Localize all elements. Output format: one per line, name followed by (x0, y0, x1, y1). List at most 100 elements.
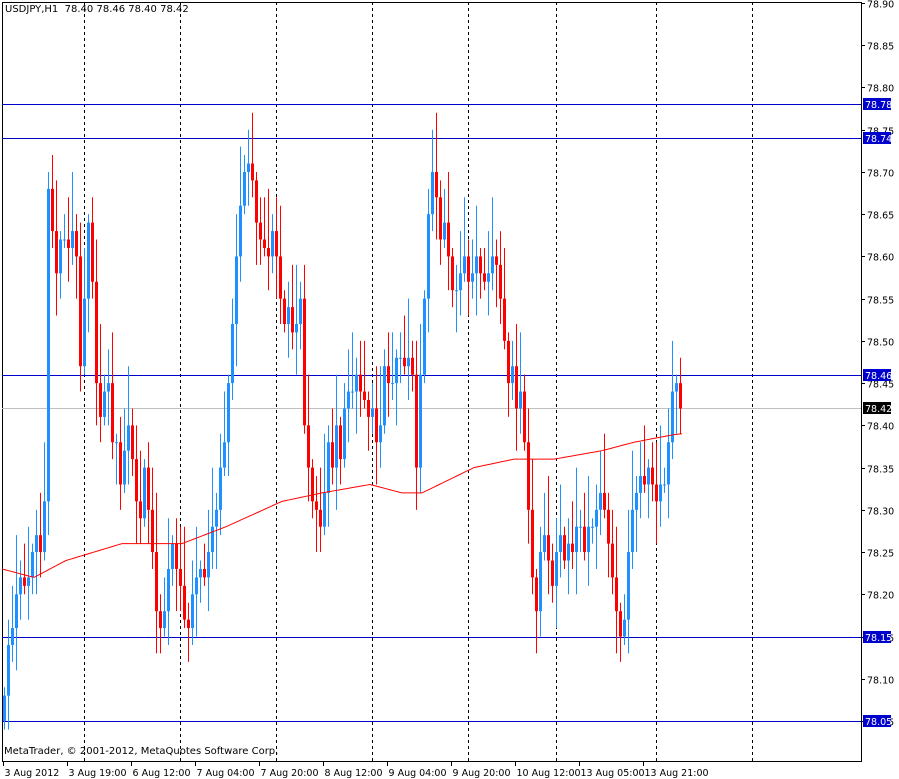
candle-body (187, 619, 190, 629)
candle-body (375, 408, 378, 443)
candle-body (559, 535, 562, 553)
candle-body (475, 256, 478, 274)
candle-body (115, 442, 118, 444)
candle-body (367, 400, 370, 417)
candle-body (319, 509, 322, 527)
candle-body (655, 484, 658, 502)
candle-body (587, 526, 590, 553)
candle-body (51, 188, 54, 232)
candle-body (479, 256, 482, 274)
bid-price-label: 78.42 (865, 404, 892, 415)
bull-candle (423, 290, 426, 384)
candle-body (563, 535, 566, 561)
candle-body (651, 467, 654, 485)
candle-body (303, 298, 306, 426)
candle-body (595, 509, 598, 527)
candle-body (159, 611, 162, 629)
candle-body (523, 391, 526, 443)
price-chart[interactable]: 78.9078.8578.8078.7578.7078.6578.6078.55… (0, 0, 899, 779)
candle-body (323, 492, 326, 527)
candle-body (203, 568, 206, 578)
candle-body (431, 171, 434, 215)
x-tick-label: 7 Aug 04:00 (197, 768, 255, 779)
candle-body (155, 552, 158, 612)
symbol-timeframe: USDJPY,H1 (5, 4, 59, 15)
candle-body (27, 577, 30, 586)
candle-body (331, 442, 334, 468)
candle-body (335, 425, 338, 468)
candle-body (631, 509, 634, 553)
candle-body (75, 231, 78, 257)
candle-body (679, 383, 682, 409)
candle-body (411, 357, 414, 375)
y-tick-label: 78.60 (867, 253, 894, 264)
candle-body (447, 222, 450, 257)
candle-body (111, 383, 114, 443)
candle-body (455, 290, 458, 292)
candle-body (555, 552, 558, 586)
candle-body (531, 509, 534, 578)
candle-body (175, 543, 178, 569)
candle-body (403, 357, 406, 367)
candle-body (31, 552, 34, 578)
candle-body (199, 568, 202, 578)
candle-body (235, 256, 238, 324)
candle-body (227, 383, 230, 443)
copyright-text: MetaTrader, © 2001-2012, MetaQuotes Soft… (4, 746, 279, 757)
candle-body (495, 256, 498, 265)
candle-body (307, 425, 310, 468)
candle-body (451, 256, 454, 291)
y-tick-label: 78.90 (867, 0, 894, 11)
candle-body (615, 577, 618, 612)
candle-body (423, 298, 426, 375)
y-tick-label: 78.70 (867, 169, 894, 180)
y-tick-label: 78.80 (867, 84, 894, 95)
level-price-label: 78.78 (865, 100, 892, 111)
candle-body (519, 391, 522, 409)
candle-body (407, 357, 410, 367)
candle-body (603, 492, 606, 510)
y-tick-label: 78.20 (867, 591, 894, 602)
candle-body (427, 214, 430, 299)
candle-body (95, 281, 98, 384)
candle-body (183, 585, 186, 620)
candle-body (483, 273, 486, 282)
candle-body (571, 543, 574, 553)
y-tick-label: 78.40 (867, 422, 894, 433)
candle-body (311, 467, 314, 502)
candle-body (55, 231, 58, 274)
x-tick-label: 9 Aug 04:00 (389, 768, 447, 779)
y-tick-label: 78.65 (867, 211, 894, 222)
candle-body (255, 180, 258, 223)
x-tick-label: 10 Aug 12:00 (517, 768, 581, 779)
candle-body (591, 526, 594, 528)
candle-body (103, 391, 106, 417)
candle-body (439, 197, 442, 240)
y-tick-label: 78.55 (867, 296, 894, 307)
candle-body (339, 425, 342, 460)
candle-body (231, 323, 234, 384)
candle-body (499, 264, 502, 299)
candle-body (147, 467, 150, 510)
candle-body (351, 391, 354, 393)
candle-body (23, 577, 26, 586)
candle-body (391, 383, 394, 385)
candle-body (279, 256, 282, 299)
candle-body (607, 509, 610, 544)
candle-body (191, 594, 194, 629)
candle-body (287, 307, 290, 324)
candle-body (419, 374, 422, 468)
candle-body (379, 425, 382, 443)
x-tick-label: 7 Aug 20:00 (261, 768, 319, 779)
candle-body (639, 476, 642, 493)
candle-body (491, 256, 494, 274)
candle-body (647, 467, 650, 485)
candle-body (463, 256, 466, 274)
candle-body (207, 552, 210, 578)
level-price-label: 78.05 (865, 717, 892, 728)
candle-body (299, 298, 302, 324)
level-price-label: 78.15 (865, 633, 892, 644)
y-tick-label: 78.35 (867, 465, 894, 476)
candle-body (87, 222, 90, 299)
y-tick-label: 78.30 (867, 507, 894, 518)
